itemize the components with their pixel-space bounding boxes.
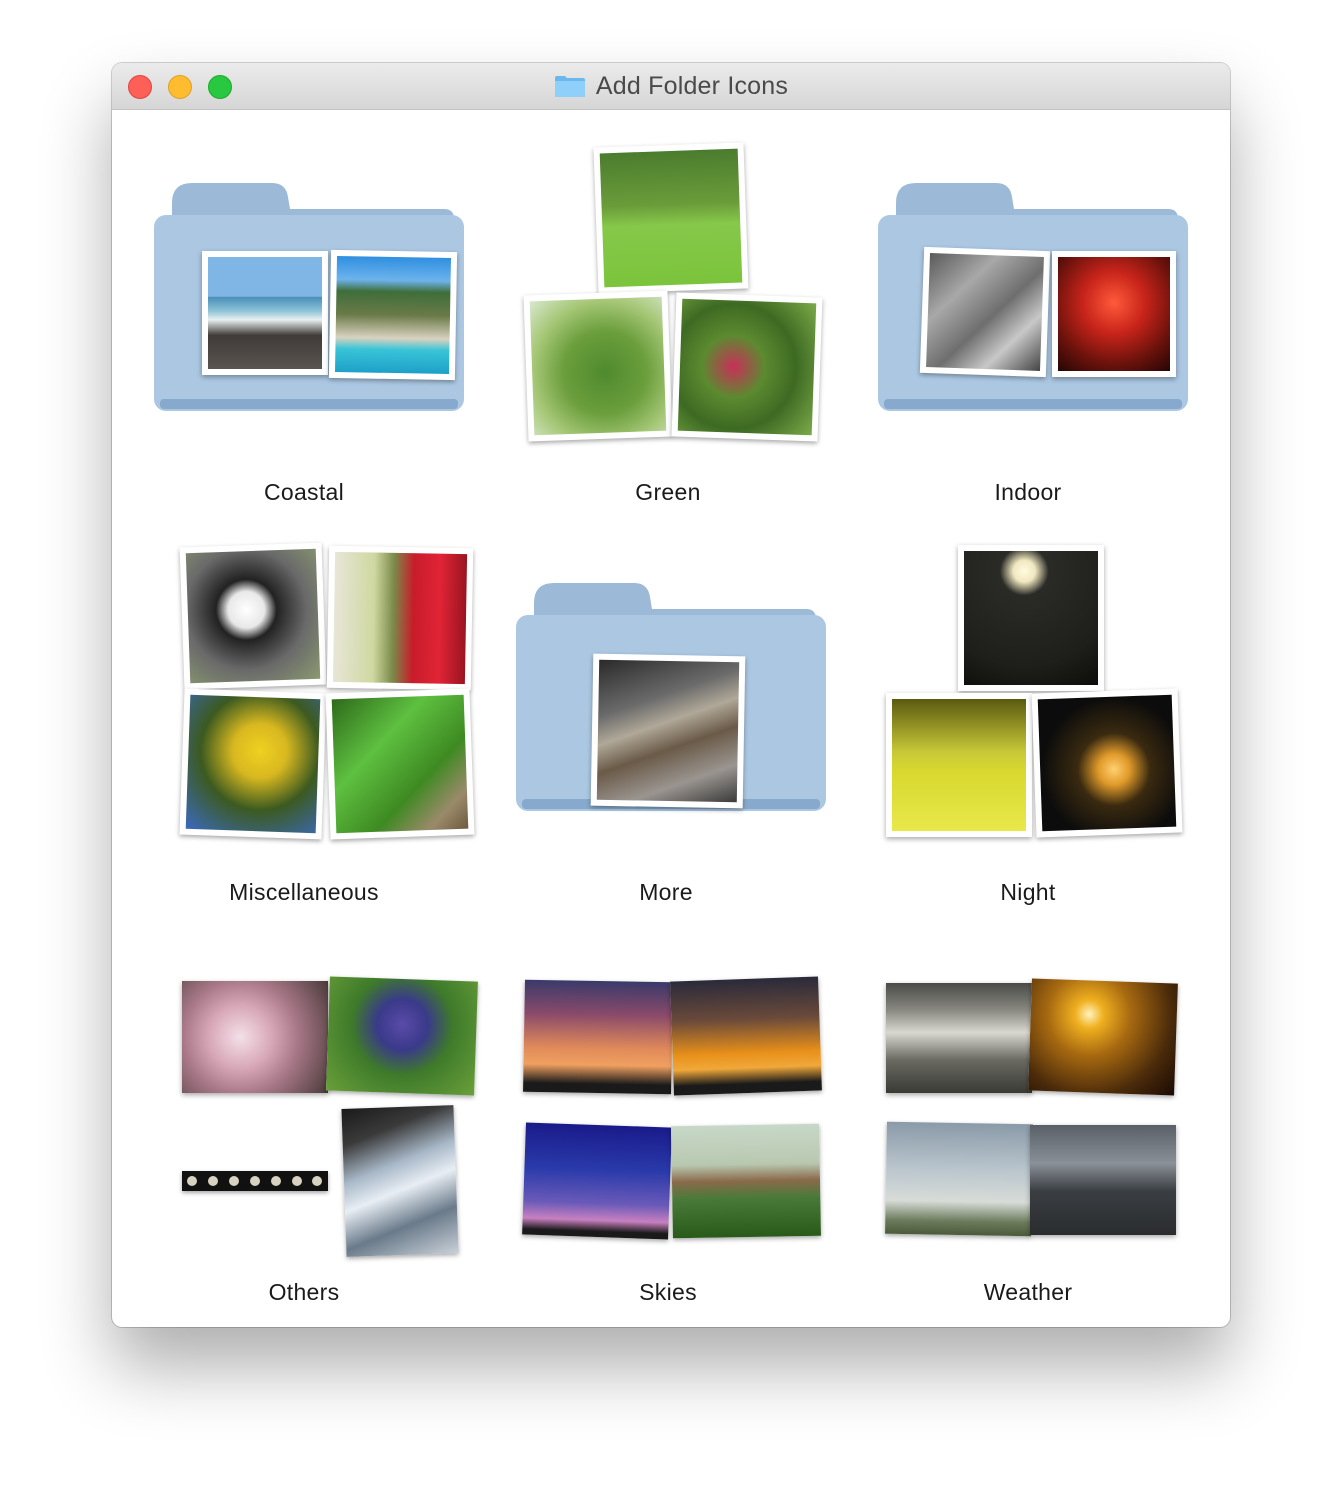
folder-label: Green xyxy=(635,479,701,505)
photo-thumbnail xyxy=(202,251,328,375)
folder-weather[interactable]: Weather xyxy=(858,925,1198,1325)
folder-label: Indoor xyxy=(994,479,1062,505)
photo-thumbnail xyxy=(179,688,327,840)
photo-thumbnail xyxy=(671,292,823,442)
photo-thumbnail xyxy=(523,979,673,1095)
folder-green[interactable]: Green xyxy=(498,125,838,525)
photo-thumbnail xyxy=(522,1122,672,1240)
photo-thumbnail xyxy=(885,1121,1033,1237)
photo-thumbnail xyxy=(1028,978,1178,1096)
folder-others[interactable]: Others xyxy=(134,925,478,1325)
folder-miscellaneous[interactable]: Miscellaneous xyxy=(134,525,475,925)
photo-thumbnail xyxy=(341,1105,459,1257)
photo-thumbnail xyxy=(958,545,1104,691)
app-window: Add Folder Icons Coastal Green Indoor Mi… xyxy=(112,63,1230,1327)
photo-thumbnail xyxy=(182,981,328,1093)
folder-skies[interactable]: Skies xyxy=(498,925,838,1325)
folder-label: Weather xyxy=(983,1279,1073,1305)
photo-thumbnail xyxy=(671,1123,821,1239)
folder-label: Miscellaneous xyxy=(229,879,379,905)
folder-label: Skies xyxy=(639,1279,697,1305)
folder-label: More xyxy=(639,879,693,905)
photo-thumbnail xyxy=(593,142,749,294)
photo-thumbnail xyxy=(523,290,673,442)
photo-thumbnail xyxy=(182,1171,328,1191)
photo-thumbnail xyxy=(326,976,478,1096)
folder-label: Coastal xyxy=(263,479,345,505)
photo-thumbnail xyxy=(1030,1125,1176,1235)
photo-thumbnail xyxy=(886,693,1032,837)
folder-night[interactable]: Night xyxy=(858,525,1198,925)
folder-coastal[interactable]: Coastal xyxy=(134,125,474,525)
photo-thumbnail xyxy=(1052,251,1176,377)
title-bar[interactable]: Add Folder Icons xyxy=(112,63,1230,110)
photo-thumbnail xyxy=(1031,688,1183,838)
photo-thumbnail xyxy=(326,545,474,691)
folder-indoor[interactable]: Indoor xyxy=(858,125,1198,525)
folder-label: Night xyxy=(1000,879,1056,905)
photo-thumbnail xyxy=(325,688,475,840)
window-title: Add Folder Icons xyxy=(595,71,789,100)
photo-thumbnail xyxy=(886,983,1032,1093)
photo-thumbnail xyxy=(919,246,1051,378)
photo-thumbnail xyxy=(670,976,822,1096)
folder-label: Others xyxy=(268,1279,340,1305)
photo-thumbnail xyxy=(328,249,458,381)
folder-icon xyxy=(554,76,585,97)
photo-thumbnail xyxy=(179,542,327,690)
folder-more[interactable]: More xyxy=(496,525,836,925)
photo-thumbnail xyxy=(590,653,746,809)
